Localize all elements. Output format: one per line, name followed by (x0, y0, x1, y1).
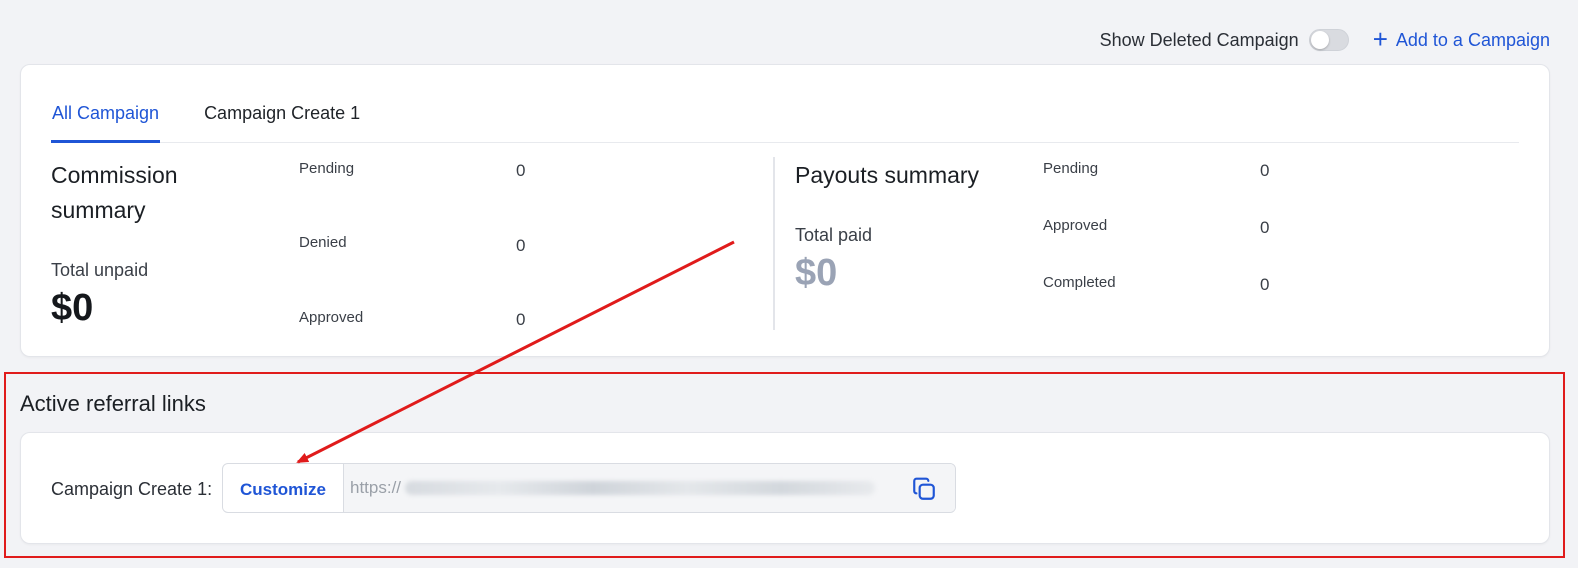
total-paid-value: $0 (795, 252, 838, 294)
payouts-approved-label: Approved (1043, 217, 1108, 234)
top-actions: Show Deleted Campaign + Add to a Campaig… (1100, 26, 1550, 54)
referral-link-group: Customize https:// (222, 463, 956, 513)
referral-links-card: Campaign Create 1: Customize https:// (20, 432, 1550, 544)
commission-title-line1: Commission (51, 162, 178, 188)
payouts-approved-value: 0 (1260, 218, 1270, 237)
commission-approved-label: Approved (299, 309, 364, 326)
commission-denied-value: 0 (516, 236, 526, 255)
payouts-completed-label: Completed (1043, 274, 1116, 291)
summary-card: All Campaign Campaign Create 1 Commissio… (20, 64, 1550, 357)
commission-title-line2: summary (51, 197, 146, 223)
campaign-tabs: All Campaign Campaign Create 1 (51, 103, 1519, 143)
commission-pending-value: 0 (516, 161, 526, 180)
payouts-pending-value: 0 (1260, 161, 1270, 180)
commission-denied-label: Denied (299, 234, 347, 251)
payouts-summary-title: Payouts summary (795, 162, 980, 188)
toggle-knob (1310, 31, 1329, 49)
add-to-campaign-label: Add to a Campaign (1395, 29, 1550, 50)
payouts-pending-label: Pending (1043, 160, 1099, 177)
copy-icon[interactable] (911, 476, 937, 502)
customize-button[interactable]: Customize (223, 464, 344, 512)
commission-pending-label: Pending (299, 160, 355, 177)
show-deleted-label: Show Deleted Campaign (1099, 29, 1299, 50)
referral-link-label: Campaign Create 1: (51, 479, 213, 499)
active-referral-links-title: Active referral links (20, 391, 206, 416)
show-deleted-toggle[interactable] (1308, 29, 1349, 51)
summary-divider (773, 157, 775, 330)
referral-url-field[interactable]: https:// (344, 464, 955, 512)
tab-campaign-create-1[interactable]: Campaign Create 1 (204, 103, 360, 143)
payouts-completed-value: 0 (1260, 275, 1270, 294)
plus-icon: + (1372, 24, 1388, 54)
total-unpaid-value: $0 (51, 287, 94, 329)
add-to-campaign-button[interactable]: + Add to a Campaign (1372, 24, 1550, 54)
total-paid-label: Total paid (795, 225, 873, 245)
referral-url-redacted (405, 481, 876, 495)
referral-url-prefix: https:// (350, 478, 402, 497)
total-unpaid-label: Total unpaid (51, 260, 149, 280)
commission-summary-title: Commission summary (51, 158, 178, 228)
commission-approved-value: 0 (516, 310, 526, 329)
tab-all-campaign[interactable]: All Campaign (51, 103, 161, 143)
